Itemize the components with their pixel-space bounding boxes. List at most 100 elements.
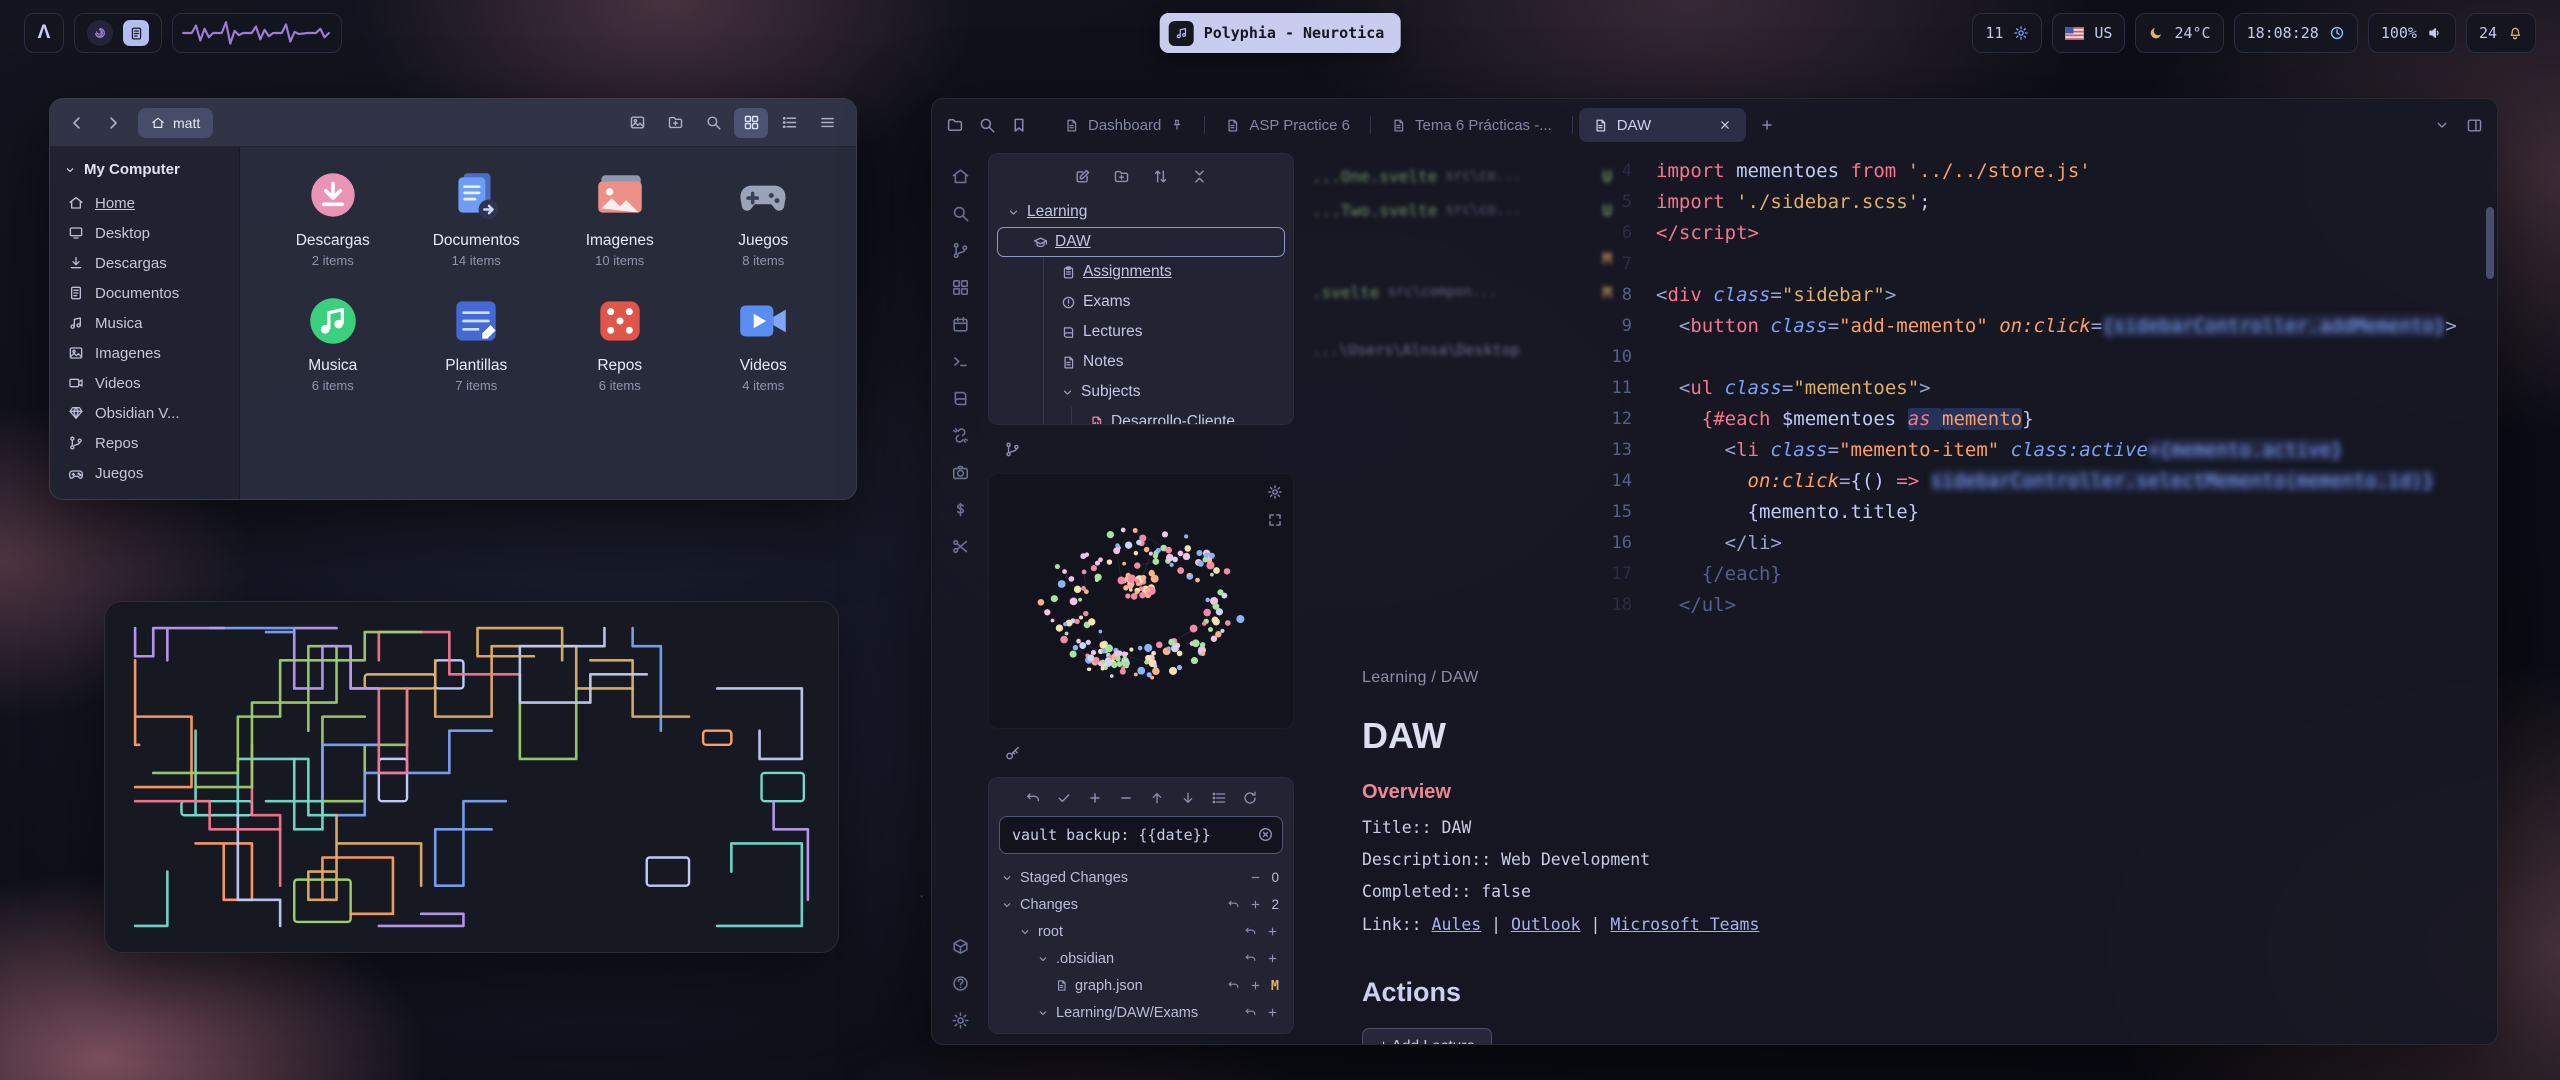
weather-widget[interactable]: 24°C [2135, 13, 2223, 53]
search-icon[interactable] [951, 204, 970, 223]
search-icon[interactable] [978, 116, 996, 134]
folder-repos[interactable]: Repos 6 items [551, 292, 689, 393]
explorer-item[interactable]: Subjects [997, 377, 1285, 407]
grid-view-icon[interactable] [734, 108, 768, 138]
discard-icon[interactable] [1244, 1006, 1257, 1019]
workspace-indicator[interactable] [74, 13, 162, 53]
chevron-down-icon[interactable] [2434, 117, 2450, 133]
clock-widget[interactable]: 18:08:28 [2234, 13, 2358, 53]
code-line[interactable]: 14 on:click={() => sidebarController.sel… [1610, 465, 2471, 496]
tab-daw[interactable]: DAW [1579, 108, 1746, 142]
sidebar-item-videos[interactable]: Videos [50, 368, 239, 398]
folder-imagenes[interactable]: Imagenes 10 items [551, 167, 689, 268]
stage-plus-icon[interactable] [1266, 952, 1279, 965]
pull-icon[interactable] [1180, 790, 1196, 806]
stage-all-icon[interactable] [1087, 790, 1103, 806]
code-line[interactable]: 9 <button class="add-memento" on:click={… [1610, 310, 2471, 341]
tab-asp-practice[interactable]: ASP Practice 6 [1211, 108, 1364, 142]
folder-videos[interactable]: Videos 4 items [695, 292, 833, 393]
sidebar-item-imagenes[interactable]: Imagenes [50, 338, 239, 368]
graph-view-icon[interactable] [951, 278, 970, 297]
scrollbar-thumb[interactable] [2486, 207, 2494, 279]
folder-plantillas[interactable]: Plantillas 7 items [408, 292, 546, 393]
pin-icon[interactable] [1170, 118, 1184, 132]
terminal-icon[interactable] [951, 352, 970, 371]
new-note-icon[interactable] [1074, 168, 1091, 185]
add-lecture-button[interactable]: + Add Lecture [1362, 1028, 1492, 1044]
discard-icon[interactable] [1227, 898, 1240, 911]
code-line[interactable]: 17 {/each} [1610, 558, 2471, 589]
calendar-icon[interactable] [951, 315, 970, 334]
sort-icon[interactable] [1152, 168, 1169, 185]
bookmark-icon[interactable] [1010, 116, 1028, 134]
discard-icon[interactable] [1227, 979, 1240, 992]
folder-juegos[interactable]: Juegos 8 items [695, 167, 833, 268]
code-line[interactable]: 7 [1610, 248, 2471, 279]
volume-widget[interactable]: 100% [2368, 13, 2456, 53]
unstage-all-icon[interactable] [1118, 790, 1134, 806]
code-line[interactable]: 4import mementoes from '../../store.js' [1610, 155, 2471, 186]
sidebar-item-documentos[interactable]: Documentos [50, 278, 239, 308]
link-aules[interactable]: Aules [1432, 915, 1482, 934]
git-tree-row[interactable]: Staged Changes 0 [999, 864, 1283, 891]
breadcrumb[interactable]: matt [138, 108, 213, 138]
discard-icon[interactable] [1244, 952, 1257, 965]
tab-dashboard[interactable]: Dashboard [1050, 108, 1198, 142]
folder-documentos[interactable]: Documentos 14 items [408, 167, 546, 268]
file-manager-titlebar[interactable]: matt [50, 99, 856, 147]
stage-plus-icon[interactable] [1249, 979, 1262, 992]
explorer-item[interactable]: DAW [997, 227, 1285, 257]
code-line[interactable]: 5import './sidebar.scss'; [1610, 186, 2471, 217]
code-line[interactable]: 6</script> [1610, 217, 2471, 248]
sidebar-item-juegos[interactable]: Juegos [50, 458, 239, 488]
code-line[interactable]: 18 </ul> [1610, 589, 2471, 620]
backup-icon[interactable] [1025, 790, 1041, 806]
new-folder-icon[interactable] [658, 108, 692, 138]
vault-switcher-icon[interactable] [951, 937, 970, 956]
currency-icon[interactable] [951, 500, 970, 519]
close-icon[interactable] [1718, 118, 1732, 132]
settings-gear-icon[interactable] [951, 1011, 970, 1030]
menu-icon[interactable] [810, 108, 844, 138]
stage-plus-icon[interactable] [1249, 898, 1262, 911]
explorer-item[interactable]: Learning [997, 197, 1285, 227]
new-folder-icon[interactable] [1113, 168, 1130, 185]
discard-icon[interactable] [1244, 925, 1257, 938]
stage-plus-icon[interactable] [1266, 1006, 1279, 1019]
search-icon[interactable] [696, 108, 730, 138]
list-view-icon[interactable] [772, 108, 806, 138]
updates-widget[interactable]: 11 [1972, 13, 2042, 53]
sidebar-header[interactable]: My Computer [50, 159, 239, 188]
commit-message-input[interactable] [999, 816, 1283, 854]
code-line[interactable]: 15 {memento.title} [1610, 496, 2471, 527]
forward-button[interactable] [98, 108, 128, 138]
tab-bar[interactable]: Dashboard ASP Practice 6 Tema 6 Práctica… [932, 99, 2497, 151]
scrollbar[interactable] [2486, 207, 2494, 1036]
folder-descargas[interactable]: Descargas 2 items [264, 167, 402, 268]
notifications-widget[interactable]: 24 [2466, 13, 2536, 53]
sidebar-item-musica[interactable]: Musica [50, 308, 239, 338]
launcher-button[interactable]: Λ [24, 13, 64, 53]
folder-musica[interactable]: Musica 6 items [264, 292, 402, 393]
code-line[interactable]: 11 <ul class="mementoes"> [1610, 372, 2471, 403]
media-widget[interactable]: Polyphia - Neurotica [1160, 13, 1401, 53]
keyboard-layout-widget[interactable]: US [2052, 13, 2125, 53]
explorer-item[interactable]: Notes [997, 347, 1285, 377]
git-tree-row[interactable]: Changes 2 [999, 891, 1283, 918]
back-button[interactable] [62, 108, 92, 138]
git-tree-row[interactable]: graph.json M [999, 972, 1283, 999]
new-tab-button[interactable] [1752, 110, 1782, 140]
explorer-item[interactable]: Assignments [997, 257, 1285, 287]
tab-tema-practicas[interactable]: Tema 6 Prácticas -... [1377, 108, 1566, 142]
local-graph[interactable] [989, 474, 1293, 728]
media-view-icon[interactable] [620, 108, 654, 138]
split-layout-icon[interactable] [2466, 117, 2483, 134]
git-tree-row[interactable]: .obsidian [999, 945, 1283, 972]
push-icon[interactable] [1149, 790, 1165, 806]
git-branch-icon[interactable] [951, 241, 970, 260]
sidebar-item-repos[interactable]: Repos [50, 428, 239, 458]
explorer-item[interactable]: Lectures [997, 317, 1285, 347]
sidebar-item-desktop[interactable]: Desktop [50, 218, 239, 248]
code-line[interactable]: 10 [1610, 341, 2471, 372]
sidebar-item-obsidian-vault[interactable]: Obsidian V... [50, 398, 239, 428]
